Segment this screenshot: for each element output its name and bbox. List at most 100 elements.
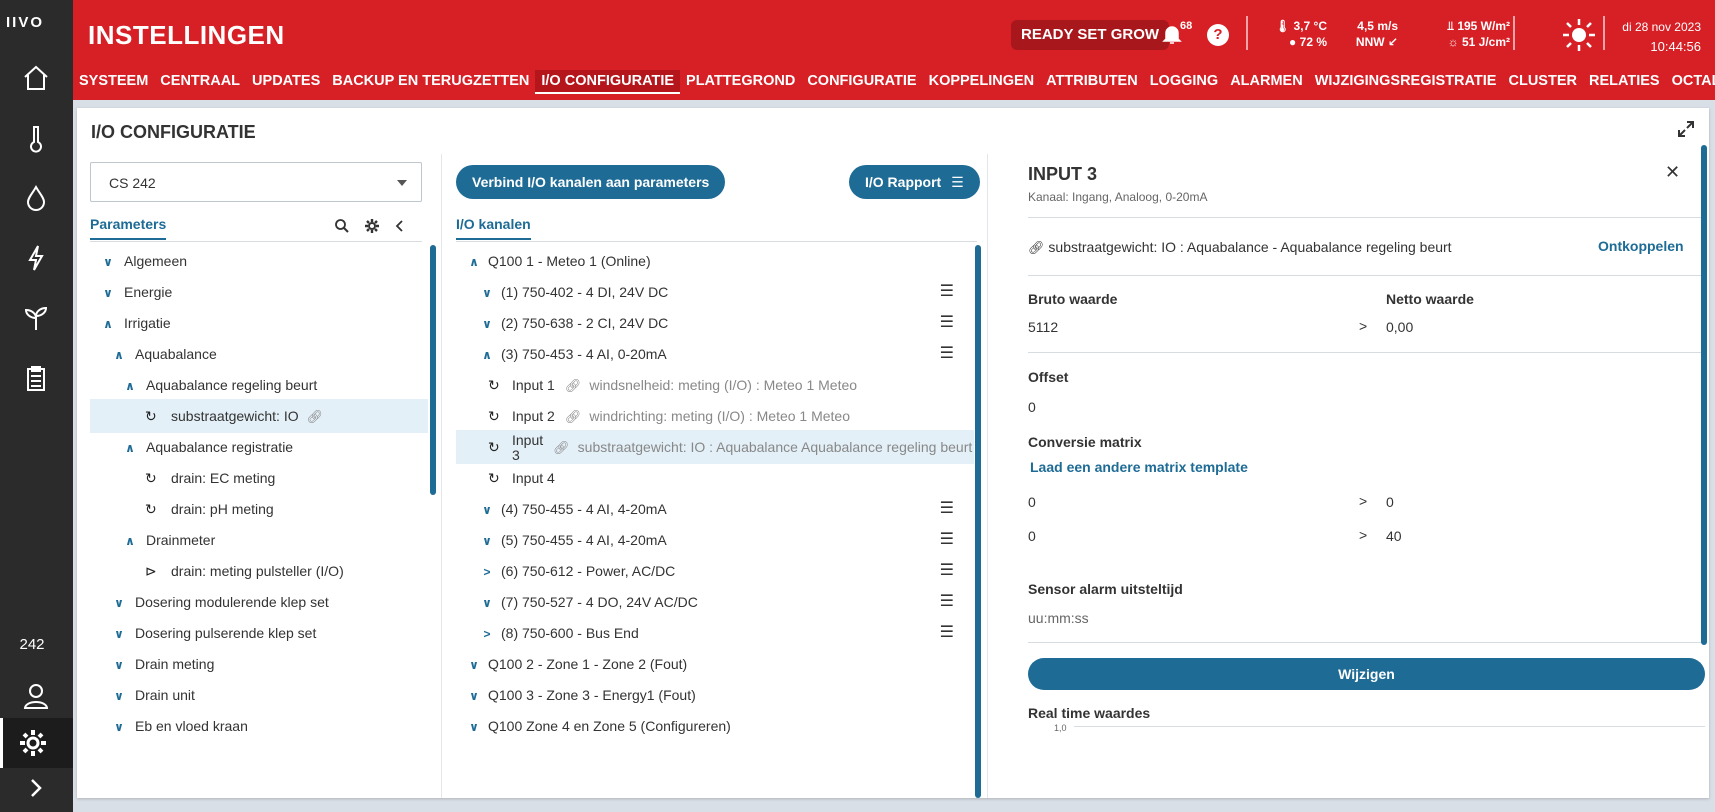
search-icon[interactable] xyxy=(334,218,350,234)
chevron-down-icon[interactable]: ∨ xyxy=(113,648,125,682)
io-scrollbar[interactable] xyxy=(975,245,981,798)
io-row[interactable]: ∨ (7) 750-527 - 4 DO, 24V AC/DC ☰ xyxy=(456,585,974,619)
tree-row[interactable]: ∨ Eb en vloed kraan xyxy=(90,709,428,743)
water-drop-icon[interactable] xyxy=(20,182,52,214)
detail-scrollbar[interactable] xyxy=(1701,145,1707,645)
io-row[interactable]: > (6) 750-612 - Power, AC/DC ☰ xyxy=(456,554,974,588)
help-button[interactable]: ? xyxy=(1207,24,1229,46)
menu-icon[interactable]: ☰ xyxy=(940,616,954,650)
chevron-down-icon[interactable]: ∨ xyxy=(113,617,125,651)
chevron-up-icon[interactable]: ∧ xyxy=(481,338,493,372)
io-row[interactable]: ∧ (3) 750-453 - 4 AI, 0-20mA ☰ xyxy=(456,337,974,371)
tree-row[interactable]: ∧ Drainmeter xyxy=(90,523,428,557)
chevron-right-icon[interactable]: > xyxy=(481,555,493,589)
chevron-up-icon[interactable]: ∧ xyxy=(102,307,114,341)
fullscreen-icon[interactable] xyxy=(1677,120,1695,138)
chevron-down-icon[interactable]: ∨ xyxy=(468,648,480,682)
chevron-down-icon[interactable]: ∨ xyxy=(481,307,493,341)
chevron-down-icon[interactable]: ∨ xyxy=(102,276,114,310)
chevron-down-icon[interactable]: ∨ xyxy=(113,586,125,620)
tab-logging[interactable]: LOGGING xyxy=(1144,70,1224,92)
tree-row[interactable]: ∨ Dosering modulerende klep set xyxy=(90,585,428,619)
matrix-input-2[interactable]: 0 xyxy=(1028,528,1036,544)
menu-icon[interactable]: ☰ xyxy=(940,275,954,309)
matrix-output-2[interactable]: 40 xyxy=(1386,528,1402,544)
thermometer-icon[interactable] xyxy=(20,122,52,154)
io-report-button[interactable]: I/O Rapport ☰ xyxy=(849,165,980,199)
io-row[interactable]: ∧ Q100 1 - Meteo 1 (Online) xyxy=(456,244,974,278)
chevron-down-icon[interactable]: ∨ xyxy=(113,710,125,744)
chevron-down-icon[interactable]: ∨ xyxy=(113,679,125,713)
menu-icon[interactable]: ☰ xyxy=(940,492,954,526)
io-row[interactable]: ∨ (4) 750-455 - 4 AI, 4-20mA ☰ xyxy=(456,492,974,526)
chevron-down-icon[interactable]: ∨ xyxy=(468,710,480,744)
chevron-down-icon[interactable]: ∨ xyxy=(481,493,493,527)
chevron-right-icon[interactable]: > xyxy=(481,617,493,651)
tab-alarmen[interactable]: ALARMEN xyxy=(1224,70,1309,92)
io-row[interactable]: > (8) 750-600 - Bus End ☰ xyxy=(456,616,974,650)
io-row[interactable]: ∨ (5) 750-455 - 4 AI, 4-20mA ☰ xyxy=(456,523,974,557)
tab-updates[interactable]: UPDATES xyxy=(246,70,326,92)
edit-button[interactable]: Wijzigen xyxy=(1028,658,1705,690)
tab-cluster[interactable]: CLUSTER xyxy=(1502,70,1582,92)
gear-icon[interactable] xyxy=(364,218,380,234)
tree-row[interactable]: ↻ drain: EC meting xyxy=(90,461,428,495)
tab-systeem[interactable]: SYSTEEM xyxy=(73,70,154,92)
menu-icon[interactable]: ☰ xyxy=(940,337,954,371)
io-row[interactable]: ∨ (1) 750-402 - 4 DI, 24V DC ☰ xyxy=(456,275,974,309)
io-row[interactable]: ↻ Input 2 🔗︎ windrichting: meting (I/O) : M… xyxy=(456,399,974,433)
brand-badge[interactable]: READY SET GROW xyxy=(1011,20,1170,50)
load-matrix-template-link[interactable]: Laad een andere matrix template xyxy=(1030,459,1248,475)
tree-row[interactable]: ⊳ drain: meting pulsteller (I/O) xyxy=(90,554,428,588)
tree-row[interactable]: ↻ drain: pH meting xyxy=(90,492,428,526)
matrix-output-1[interactable]: 0 xyxy=(1386,494,1394,510)
tree-row[interactable]: ∨ Drain meting xyxy=(90,647,428,681)
menu-icon[interactable]: ☰ xyxy=(940,306,954,340)
io-row[interactable]: ∨ Q100 2 - Zone 1 - Zone 2 (Fout) xyxy=(456,647,974,681)
expand-rail-icon[interactable] xyxy=(20,772,52,804)
io-row[interactable]: ↻ Input 3 🔗︎ substraatgewicht: IO : Aquabal… xyxy=(456,430,974,464)
plant-icon[interactable] xyxy=(20,302,52,334)
user-icon[interactable] xyxy=(20,680,52,712)
chevron-up-icon[interactable]: ∧ xyxy=(124,369,136,403)
chevron-down-icon[interactable]: ∨ xyxy=(102,245,114,279)
chevron-down-icon[interactable]: ∨ xyxy=(481,524,493,558)
tree-row[interactable]: ∨ Drain unit xyxy=(90,678,428,712)
menu-icon[interactable]: ☰ xyxy=(940,585,954,619)
tab-backup-en-terugzetten[interactable]: BACKUP EN TERUGZETTEN xyxy=(326,70,535,92)
tree-row[interactable]: ∧ Aquabalance regeling beurt xyxy=(90,368,428,402)
tree-row[interactable]: ∧ Aquabalance xyxy=(90,337,428,371)
tree-row[interactable]: ∨ Energie xyxy=(90,275,428,309)
tab-parameters[interactable]: Parameters xyxy=(90,216,167,240)
io-row[interactable]: ↻ Input 1 🔗︎ windsnelheid: meting (I/O) : M… xyxy=(456,368,974,402)
tree-row[interactable]: ∨ Algemeen xyxy=(90,244,428,278)
tab-io-channels[interactable]: I/O kanalen xyxy=(456,216,531,240)
lightning-icon[interactable] xyxy=(20,242,52,274)
parameters-scrollbar[interactable] xyxy=(430,245,436,495)
sensor-alarm-input[interactable]: uu:mm:ss xyxy=(1028,610,1089,626)
tree-row[interactable]: ∧ Aquabalance registratie xyxy=(90,430,428,464)
io-row[interactable]: ∨ (2) 750-638 - 2 CI, 24V DC ☰ xyxy=(456,306,974,340)
unlink-button[interactable]: Ontkoppelen xyxy=(1598,238,1684,254)
tab-koppelingen[interactable]: KOPPELINGEN xyxy=(923,70,1041,92)
tab-centraal[interactable]: CENTRAAL xyxy=(154,70,246,92)
tab-wijzigingsregistratie[interactable]: WIJZIGINGSREGISTRATIE xyxy=(1309,70,1503,92)
chevron-down-icon[interactable]: ∨ xyxy=(481,276,493,310)
controller-select[interactable]: CS 242 xyxy=(90,162,422,202)
collapse-left-icon[interactable] xyxy=(393,219,407,233)
chevron-down-icon[interactable]: ∨ xyxy=(481,586,493,620)
io-row[interactable]: ∨ Q100 3 - Zone 3 - Energy1 (Fout) xyxy=(456,678,974,712)
tab-plattegrond[interactable]: PLATTEGROND xyxy=(680,70,801,92)
chevron-down-icon[interactable]: ∨ xyxy=(468,679,480,713)
tree-row[interactable]: ↻ substraatgewicht: IO 🔗︎ xyxy=(90,399,428,433)
menu-icon[interactable]: ☰ xyxy=(940,554,954,588)
tab-octalarm[interactable]: OCTALARM xyxy=(1666,70,1715,92)
tab-relaties[interactable]: RELATIES xyxy=(1583,70,1666,92)
tab-attributen[interactable]: ATTRIBUTEN xyxy=(1040,70,1144,92)
settings-nav-active[interactable] xyxy=(0,718,73,768)
chevron-up-icon[interactable]: ∧ xyxy=(124,524,136,558)
io-row[interactable]: ∨ Q100 Zone 4 en Zone 5 (Configureren) xyxy=(456,709,974,743)
notifications[interactable]: 68 xyxy=(1160,20,1192,51)
matrix-input-1[interactable]: 0 xyxy=(1028,494,1036,510)
tree-row[interactable]: ∧ Irrigatie xyxy=(90,306,428,340)
